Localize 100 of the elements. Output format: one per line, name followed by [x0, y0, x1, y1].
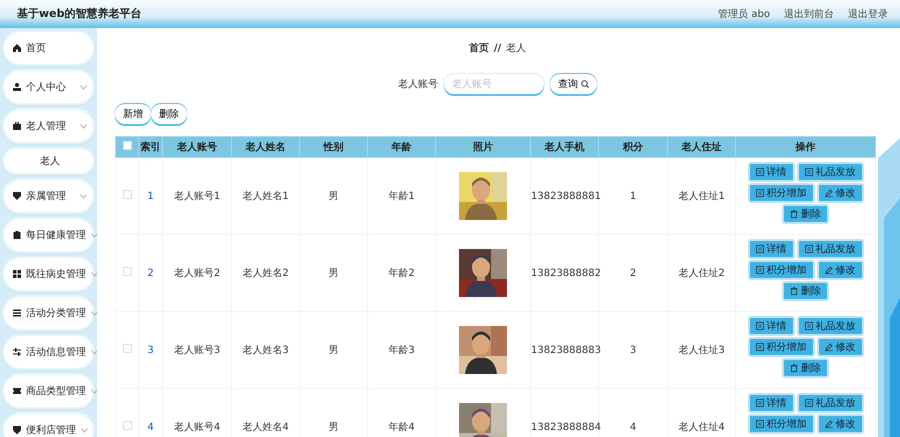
chevron-down-icon	[91, 388, 97, 394]
edit-button[interactable]: 修改	[818, 185, 862, 201]
pencil-icon	[824, 343, 832, 351]
table-cell: 男	[328, 268, 338, 278]
table-cell: 年龄2	[388, 268, 415, 278]
row-checkbox[interactable]	[122, 266, 132, 276]
select-all-checkbox[interactable]	[122, 140, 132, 150]
pencil-icon	[824, 189, 832, 197]
row-checkbox[interactable]	[122, 420, 132, 430]
action-button[interactable]: 礼品发放	[798, 318, 862, 334]
action-button[interactable]: 积分增加	[750, 262, 812, 278]
table-cell: 1	[147, 190, 154, 202]
sidebar-subitem[interactable]: 老人	[4, 149, 93, 173]
search-field[interactable]: 老人账号	[444, 74, 544, 94]
header-link[interactable]: 退出到前台	[784, 6, 834, 22]
document-icon	[756, 399, 764, 407]
table-cell: 13823888881	[531, 190, 601, 202]
delete-button[interactable]: 删除	[784, 360, 827, 376]
breadcrumb-item: 首页	[468, 42, 489, 56]
document-icon	[804, 168, 812, 176]
table-cell: 2	[147, 268, 154, 278]
table-cell: 老人账号2	[174, 268, 220, 278]
action-button[interactable]: 积分增加	[750, 416, 812, 432]
clipboard-icon	[13, 231, 21, 239]
cup-icon	[13, 426, 21, 434]
breadcrumb-item: 老人	[506, 42, 526, 56]
action-button[interactable]: 详情	[750, 395, 792, 411]
ticket-icon	[13, 387, 21, 395]
trash-icon	[790, 364, 798, 372]
document-icon	[756, 343, 764, 351]
table-cell: 老人姓名2	[242, 268, 289, 278]
table-cell: 男	[328, 190, 338, 202]
header-link[interactable]: 退出登录	[848, 6, 888, 22]
table-cell: 老人姓名4	[242, 422, 289, 432]
row-checkbox[interactable]	[122, 344, 132, 352]
chevron-down-icon	[91, 310, 97, 316]
chevron-down-icon	[80, 124, 87, 128]
action-button[interactable]: 礼品发放	[798, 241, 862, 257]
user-icon	[13, 83, 21, 91]
document-icon	[804, 399, 812, 407]
table-cell: 13823888883	[531, 344, 601, 356]
briefcase-icon	[13, 122, 21, 130]
table-cell: 3	[147, 344, 154, 356]
app-title: 基于web的智慧养老平台	[17, 6, 142, 22]
grid-icon	[13, 270, 21, 278]
document-icon	[756, 168, 764, 176]
document-icon	[756, 266, 764, 274]
delete-button[interactable]: 删除	[784, 206, 827, 222]
row-checkbox[interactable]	[122, 190, 132, 198]
action-button[interactable]: 礼品发放	[798, 395, 862, 411]
chevron-down-icon	[80, 194, 87, 198]
pencil-icon	[824, 420, 832, 428]
table-cell: 年龄3	[388, 344, 415, 356]
trash-icon	[790, 287, 798, 295]
action-button[interactable]: 详情	[750, 318, 792, 334]
sliders-icon	[13, 348, 21, 356]
table-cell: 老人姓名1	[242, 190, 289, 202]
column-header: 性别	[300, 136, 368, 158]
table-cell: 男	[328, 344, 338, 356]
sidebar-item[interactable]: 个人中心	[4, 71, 93, 103]
action-button[interactable]: 详情	[750, 164, 792, 180]
search-icon	[581, 80, 589, 88]
edit-button[interactable]: 修改	[818, 416, 862, 432]
table-cell: 老人住址4	[678, 422, 725, 432]
action-button[interactable]: 积分增加	[750, 185, 812, 201]
delete-button[interactable]: 删除	[151, 104, 187, 124]
document-icon	[756, 189, 764, 197]
admin-label: 管理员 abo	[718, 8, 770, 22]
sidebar-item[interactable]: 亲属管理	[4, 180, 93, 212]
table-cell: 年龄4	[388, 422, 415, 432]
sidebar-item[interactable]: 老人管理	[4, 110, 93, 142]
table-cell: 1	[630, 190, 636, 202]
sidebar-item[interactable]: 便利店管理	[4, 414, 93, 437]
document-icon	[756, 420, 764, 428]
column-header: 老人姓名	[232, 136, 300, 158]
add-button[interactable]: 新增	[115, 104, 151, 124]
sidebar-item[interactable]: 首页	[4, 32, 93, 64]
table-cell: 老人住址1	[678, 190, 725, 202]
search-button[interactable]: 查询	[550, 74, 597, 94]
chevron-down-icon	[91, 272, 97, 276]
table-cell: 13823888884	[531, 422, 601, 432]
chevron-down-icon	[91, 350, 97, 354]
pencil-icon	[824, 266, 832, 274]
action-button[interactable]: 详情	[750, 241, 792, 257]
breadcrumb-separator: //	[494, 42, 502, 56]
home-icon	[13, 44, 21, 52]
document-icon	[756, 245, 764, 253]
column-header: 操作	[736, 136, 876, 158]
delete-button[interactable]: 删除	[784, 283, 827, 299]
action-button[interactable]: 礼品发放	[798, 164, 862, 180]
table-cell: 2	[630, 268, 636, 278]
edit-button[interactable]: 修改	[818, 262, 862, 278]
action-button[interactable]: 积分增加	[750, 339, 812, 355]
edit-button[interactable]: 修改	[818, 339, 862, 355]
list-icon	[13, 309, 21, 317]
table-cell: 13823888882	[531, 268, 601, 278]
chevron-down-icon	[80, 84, 87, 90]
column-header: 老人账号	[162, 136, 232, 158]
table-cell: 年龄1	[388, 190, 415, 202]
table-cell: 老人姓名3	[242, 344, 289, 356]
